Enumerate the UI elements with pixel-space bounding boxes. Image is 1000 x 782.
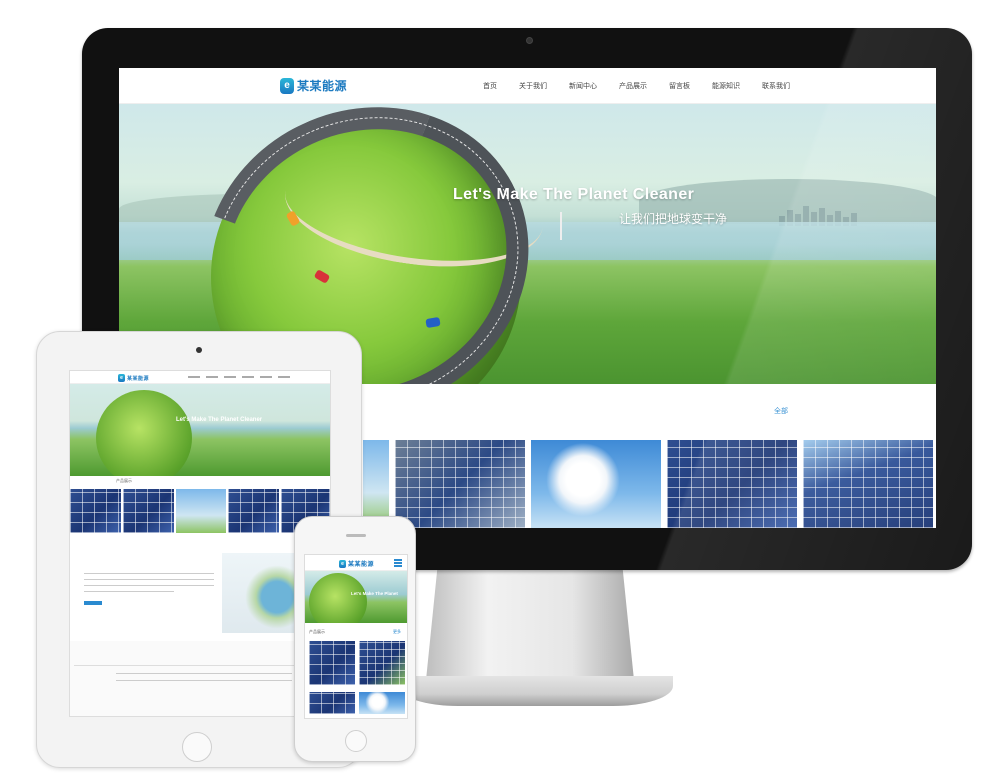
logo-icon: e — [339, 559, 346, 568]
tablet-banner-title: Let's Make The Planet Cleaner — [176, 417, 263, 423]
main-nav: 首页 关于我们 新闻中心 产品展示 留言板 能源知识 联系我们 — [483, 81, 812, 91]
banner-subtitle: 让我们把地球变干净 — [619, 212, 728, 226]
phone-header: e 某某能源 — [305, 555, 407, 571]
nav-item-news[interactable]: 新闻中心 — [569, 81, 597, 91]
nav-item-home[interactable]: 首页 — [483, 81, 497, 91]
phone-product-grid — [309, 641, 405, 717]
tablet-banner: Let's Make The Planet Cleaner — [70, 384, 330, 476]
banner-title: Let's Make The Planet Cleaner — [453, 186, 695, 203]
tablet-thumb[interactable] — [122, 489, 174, 533]
nav-item-products[interactable]: 产品展示 — [619, 81, 647, 91]
tablet-thumb[interactable] — [228, 489, 280, 533]
tablet-section-title: 产品展示 — [116, 478, 132, 483]
home-button-icon[interactable] — [345, 730, 367, 752]
all-products-link[interactable]: 全部 — [774, 406, 788, 416]
tablet-nav-item[interactable] — [188, 376, 200, 378]
logo-text: 某某能源 — [297, 79, 348, 93]
windmill-icon — [560, 212, 562, 240]
phone-more-link[interactable]: 更多 — [393, 629, 401, 635]
nav-item-contact[interactable]: 联系我们 — [762, 81, 790, 91]
logo-icon: e — [280, 77, 294, 94]
site-header: e 某某能源 首页 关于我们 新闻中心 产品展示 留言板 能源知识 联系我们 — [119, 68, 936, 104]
tablet-screen: e 某某能源 Let's Make The Planet Cleaner 产品展… — [69, 370, 331, 717]
nav-item-guestbook[interactable]: 留言板 — [669, 81, 690, 91]
site-logo[interactable]: e 某某能源 — [280, 77, 347, 94]
phone-thumb[interactable] — [309, 691, 355, 714]
product-thumb-3[interactable] — [531, 440, 661, 528]
tablet-logo[interactable]: e 某某能源 — [118, 374, 149, 382]
responsive-device-showcase: e 某某能源 首页 关于我们 新闻中心 产品展示 留言板 能源知识 联系我们 L… — [0, 0, 1000, 782]
tablet-product-thumbnails — [70, 489, 330, 533]
home-button-icon[interactable] — [182, 732, 212, 762]
tablet-about-section — [70, 553, 330, 635]
monitor-stand-neck — [425, 566, 635, 690]
phone-device: e 某某能源 Let's Make The Planet 产品展示 更多 — [294, 516, 416, 762]
tablet-banner-globe — [96, 390, 192, 476]
tablet-news-item[interactable] — [176, 673, 236, 687]
tablet-news-divider — [74, 665, 328, 666]
phone-thumb[interactable] — [359, 641, 405, 685]
tablet-news-item[interactable] — [116, 673, 176, 687]
phone-banner: Let's Make The Planet — [305, 571, 407, 623]
monitor-stand-base — [398, 676, 673, 706]
nav-item-knowledge[interactable]: 能源知识 — [712, 81, 740, 91]
tablet-header: e 某某能源 — [70, 371, 330, 384]
tablet-news-section — [70, 641, 330, 716]
tablet-nav-item[interactable] — [242, 376, 254, 378]
tablet-thumb[interactable] — [175, 489, 227, 533]
nav-item-about[interactable]: 关于我们 — [519, 81, 547, 91]
speaker-icon — [346, 534, 366, 537]
logo-icon: e — [118, 374, 125, 382]
phone-section-title: 产品展示 — [309, 629, 325, 634]
tablet-news-item[interactable] — [232, 673, 292, 687]
camera-icon — [526, 37, 533, 44]
phone-thumb[interactable] — [359, 691, 405, 714]
product-thumb-2[interactable] — [395, 440, 525, 528]
phone-banner-globe — [309, 573, 367, 623]
phone-banner-title: Let's Make The Planet — [351, 591, 398, 596]
tablet-thumb[interactable] — [70, 489, 121, 533]
phone-logo[interactable]: e 某某能源 — [339, 559, 374, 568]
tablet-nav — [188, 376, 296, 378]
menu-icon[interactable] — [394, 559, 402, 567]
logo-text: 某某能源 — [348, 562, 375, 568]
product-thumb-1[interactable] — [363, 440, 389, 528]
tablet-nav-item[interactable] — [224, 376, 236, 378]
product-thumb-4[interactable] — [667, 440, 797, 528]
tablet-nav-item[interactable] — [278, 376, 290, 378]
tablet-nav-item[interactable] — [260, 376, 272, 378]
logo-text: 某某能源 — [127, 375, 150, 382]
phone-thumb[interactable] — [309, 641, 355, 685]
tablet-nav-item[interactable] — [206, 376, 218, 378]
product-thumb-5[interactable] — [803, 440, 933, 528]
phone-screen: e 某某能源 Let's Make The Planet 产品展示 更多 — [304, 554, 408, 719]
camera-icon — [196, 347, 202, 353]
tablet-about-button[interactable] — [84, 601, 102, 605]
